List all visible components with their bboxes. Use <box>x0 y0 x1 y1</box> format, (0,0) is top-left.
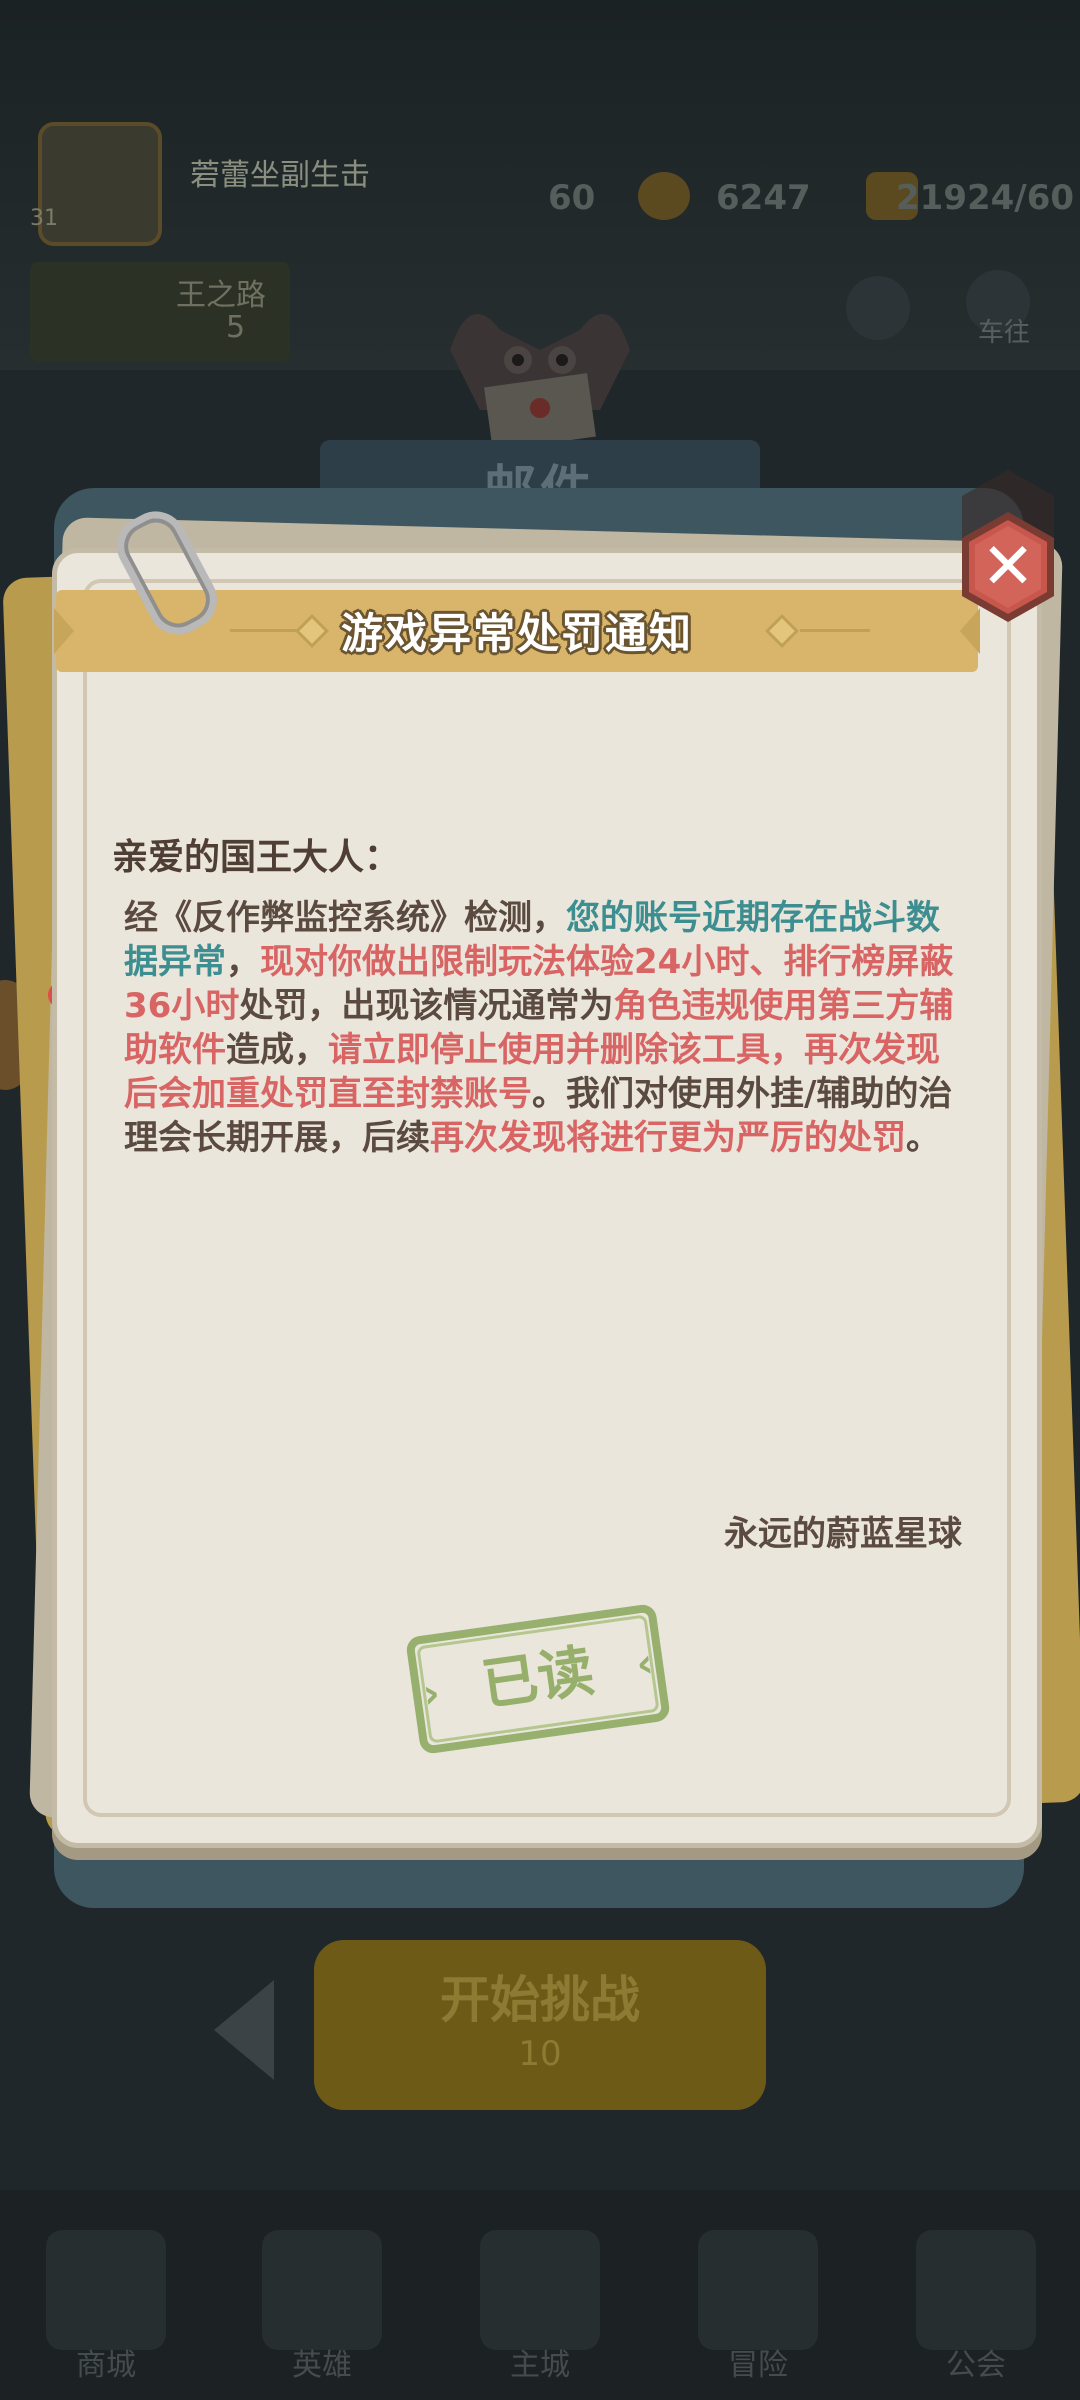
nav-label: 主城 <box>510 2348 570 2383</box>
notice-body-text: 造成， <box>226 1030 328 1070</box>
energy-value: 21924/60 <box>896 178 1075 218</box>
player-name: 菪蕾坐副生击 <box>190 158 370 193</box>
owl-mail-icon <box>450 314 630 450</box>
menu-icon <box>846 276 910 340</box>
nav-heroes-icon <box>262 2230 382 2350</box>
greeting: 亲爱的国王大人： <box>112 837 401 878</box>
notice-body: 经《反作弊监控系统》检测，您的账号近期存在战斗数据异常，现对你做出限制玩法体验2… <box>124 896 964 1160</box>
nav-label: 公会 <box>946 2348 1006 2383</box>
nav-castle-icon <box>480 2230 600 2350</box>
notice-body-text: 经《反作弊监控系统》检测， <box>124 898 566 938</box>
event-banner-text: 王之路 <box>176 278 266 313</box>
signature: 永远的蔚蓝星球 <box>724 1514 962 1554</box>
stamina-value: 60 <box>548 178 596 218</box>
start-challenge-cost: 10 <box>518 2034 562 2074</box>
nav-guild-icon <box>916 2230 1036 2350</box>
gold-value: 6247 <box>716 178 811 218</box>
close-icon: ✕ <box>981 530 1035 604</box>
nav-shop-icon <box>46 2230 166 2350</box>
player-level: 31 <box>30 206 58 231</box>
gold-coin-icon <box>638 172 690 220</box>
start-challenge-label: 开始挑战 <box>440 1971 640 2029</box>
notice-body-text: ， <box>226 942 260 982</box>
close-button[interactable]: ✕ <box>958 510 1058 624</box>
nav-adventure-icon <box>698 2230 818 2350</box>
nav-label: 商城 <box>76 2348 136 2383</box>
chevron-left-icon <box>214 1980 274 2080</box>
notice-body-highlight-red: 再次发现将进行更为严厉的处罚 <box>430 1118 906 1158</box>
notice-body-text: 处罚，出现该情况通常为 <box>239 986 614 1026</box>
nav-label: 英雄 <box>292 2348 352 2383</box>
notice-body-text: 。 <box>906 1118 940 1158</box>
menu-icon-label: 车往 <box>978 318 1031 348</box>
event-banner-sub: 5 <box>226 310 246 345</box>
nav-label: 冒险 <box>728 2348 788 2383</box>
